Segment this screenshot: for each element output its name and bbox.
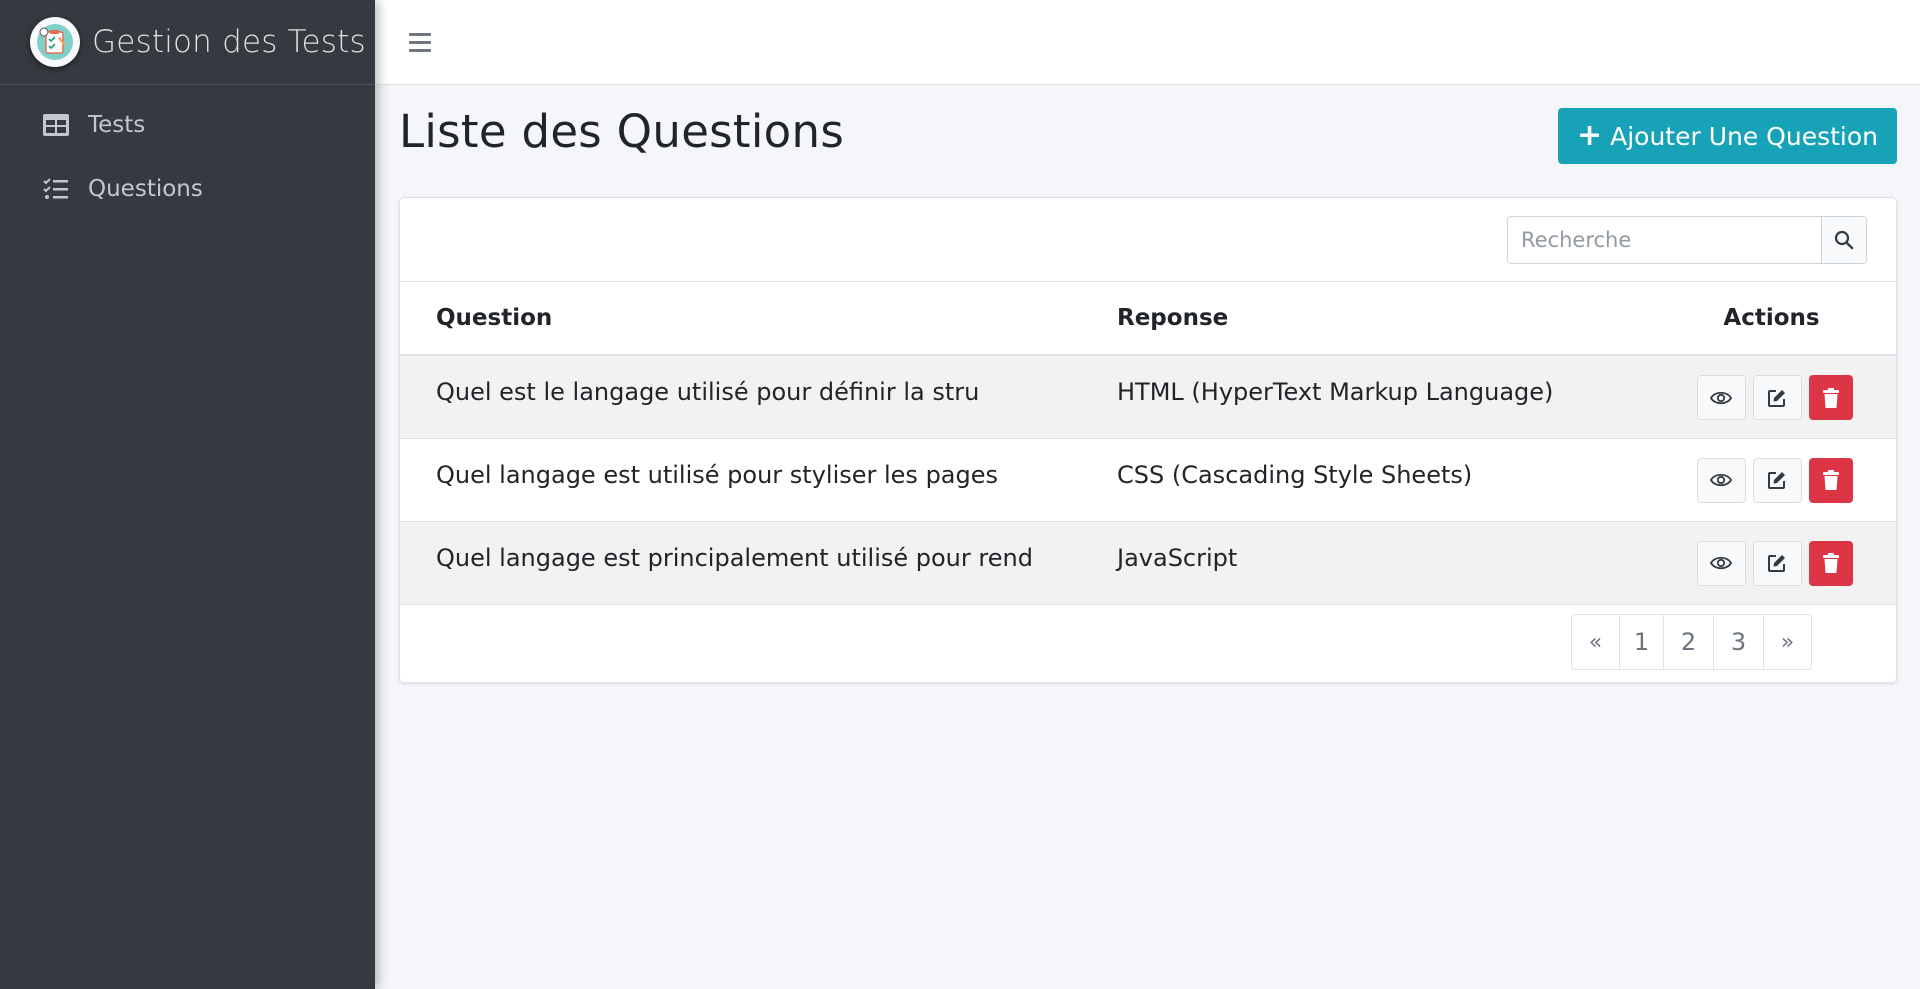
- view-button[interactable]: [1696, 375, 1746, 420]
- search-button[interactable]: [1821, 216, 1867, 264]
- pagination: « 1 2 3 »: [1571, 614, 1812, 670]
- plus-icon: +: [1576, 118, 1603, 153]
- search-group: [1507, 216, 1867, 264]
- edit-button[interactable]: [1752, 457, 1802, 503]
- card-header: [400, 198, 1896, 282]
- question-cell: Quel langage est principalement utilisé …: [436, 543, 1033, 572]
- eye-icon: [1710, 473, 1732, 487]
- sidebar-nav: Tests Questions: [0, 85, 375, 221]
- sidebar-item-tests[interactable]: Tests: [0, 93, 375, 157]
- brand-title: Gestion des Tests: [92, 24, 366, 60]
- table-row: Quel langage est principalement utilisé …: [400, 521, 1896, 604]
- column-header-actions: Actions: [1647, 282, 1896, 356]
- eye-icon: [1710, 391, 1732, 404]
- brand-link[interactable]: Gestion des Tests: [0, 0, 375, 85]
- edit-button[interactable]: [1752, 540, 1802, 586]
- view-button[interactable]: [1696, 457, 1746, 503]
- pagination-page-2[interactable]: 2: [1664, 615, 1714, 669]
- search-icon: [1834, 230, 1854, 250]
- edit-button[interactable]: [1752, 375, 1802, 420]
- edit-icon: [1768, 555, 1785, 572]
- table-row: Quel langage est utilisé pour styliser l…: [400, 438, 1896, 521]
- sidebar: Gestion des Tests Tests Questions: [0, 0, 375, 989]
- sidebar-item-label: Questions: [88, 176, 203, 202]
- search-input[interactable]: [1507, 216, 1821, 264]
- pagination-prev[interactable]: «: [1572, 615, 1620, 669]
- delete-button[interactable]: [1808, 540, 1853, 586]
- actions-cell: [1647, 355, 1896, 438]
- pagination-next[interactable]: »: [1764, 615, 1811, 669]
- reponse-cell: CSS (Cascading Style Sheets): [1117, 460, 1473, 489]
- add-question-label: Ajouter Une Question: [1610, 121, 1878, 151]
- column-header-question: Question: [400, 282, 1117, 356]
- trash-icon: [1822, 470, 1839, 490]
- delete-button[interactable]: [1808, 457, 1853, 503]
- eye-icon: [1710, 556, 1732, 570]
- top-navbar: [375, 0, 1920, 85]
- pagination-page-1[interactable]: 1: [1620, 615, 1664, 669]
- pagination-page-3[interactable]: 3: [1714, 615, 1764, 669]
- add-question-button[interactable]: + Ajouter Une Question: [1557, 108, 1897, 164]
- table-row: Quel est le langage utilisé pour définir…: [400, 355, 1896, 438]
- trash-icon: [1822, 553, 1839, 573]
- sidebar-item-label: Tests: [88, 112, 146, 138]
- actions-cell: [1647, 438, 1896, 521]
- actions-cell: [1647, 521, 1896, 604]
- view-button[interactable]: [1696, 540, 1746, 586]
- table-header-row: Question Reponse Actions: [400, 282, 1896, 356]
- sidebar-item-questions[interactable]: Questions: [0, 157, 375, 221]
- delete-button[interactable]: [1808, 375, 1853, 420]
- clipboard-logo-icon: [30, 17, 80, 67]
- questions-table: Question Reponse Actions Quel est le lan…: [400, 282, 1896, 605]
- hamburger-menu-icon[interactable]: [409, 29, 435, 55]
- table-icon: [42, 111, 70, 139]
- reponse-cell: JavaScript: [1117, 543, 1238, 572]
- edit-icon: [1768, 389, 1785, 407]
- question-cell: Quel langage est utilisé pour styliser l…: [436, 460, 999, 489]
- reponse-cell: HTML (HyperText Markup Language): [1117, 378, 1554, 406]
- trash-icon: [1822, 387, 1839, 408]
- column-header-reponse: Reponse: [1117, 282, 1647, 356]
- question-cell: Quel est le langage utilisé pour définir…: [436, 378, 980, 406]
- edit-icon: [1768, 472, 1785, 489]
- tasks-list-icon: [42, 175, 70, 203]
- page-title: Liste des Questions: [399, 105, 845, 158]
- questions-card: Question Reponse Actions Quel est le lan…: [399, 197, 1897, 683]
